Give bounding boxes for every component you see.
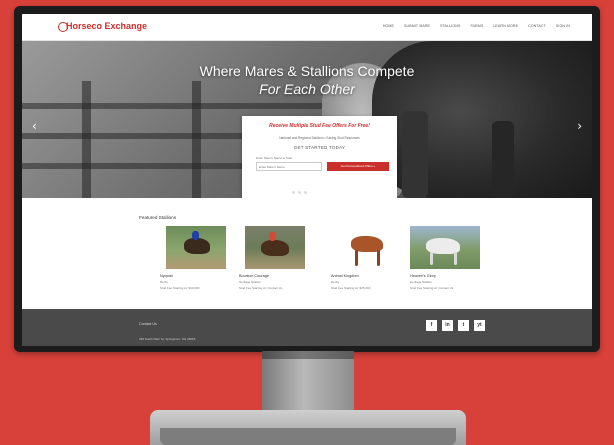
stallion-photo[interactable] bbox=[166, 226, 226, 269]
footer-contact-link[interactable]: Contact Us bbox=[139, 322, 157, 326]
nav-learn-more[interactable]: LEARN MORE bbox=[493, 24, 518, 28]
facebook-icon[interactable]: f bbox=[426, 320, 437, 331]
hero-slider: Where Mares & Stallions Compete For Each… bbox=[22, 41, 592, 198]
footer-address: 250 South Main St, Springboro, OH 45066 bbox=[139, 337, 196, 341]
stallion-breed: Derby bbox=[160, 280, 169, 284]
hero-title: Where Mares & Stallions Compete bbox=[199, 63, 415, 79]
twitter-icon[interactable]: t bbox=[458, 320, 469, 331]
stallion-fee: Stud Fee Starting At: $35,000 bbox=[331, 286, 371, 290]
stallion-name[interactable]: Animal Kingdom bbox=[331, 274, 407, 278]
stallion-photo[interactable] bbox=[337, 226, 397, 269]
stallion-card[interactable]: Animal Kingdom Derby Stud Fee Starting A… bbox=[327, 226, 407, 290]
mare-name-label: Enter Mare's Name to Start bbox=[256, 156, 293, 160]
stallion-photo[interactable] bbox=[245, 226, 305, 269]
nav-sign-in[interactable]: SIGN IN bbox=[556, 24, 570, 28]
mare-name-input[interactable] bbox=[256, 162, 322, 171]
site-logo[interactable]: Horseco Exchange bbox=[66, 21, 147, 31]
fence-post bbox=[192, 81, 201, 198]
social-links: f in t yt bbox=[426, 320, 485, 331]
slider-dot[interactable] bbox=[292, 191, 295, 194]
slider-dots bbox=[292, 191, 307, 194]
nav-home[interactable]: HOME bbox=[383, 24, 394, 28]
stallion-name[interactable]: Heaven's Glory bbox=[410, 274, 486, 278]
stallion-photo[interactable] bbox=[410, 226, 480, 269]
monitor-stand-shadow bbox=[262, 351, 354, 359]
stallion-breed: Derby bbox=[331, 280, 340, 284]
get-offers-button[interactable]: Get Personalized Offers » bbox=[327, 162, 389, 171]
stallion-card[interactable]: Bourbon Courage Heritage Stallion Stud F… bbox=[235, 226, 315, 290]
slider-dot[interactable] bbox=[298, 191, 301, 194]
offer-subtitle: National and Regional Stallions • Saving… bbox=[279, 136, 360, 140]
offer-cta-text: GET STARTED TODAY bbox=[293, 145, 346, 150]
fence-post bbox=[82, 81, 91, 198]
stallion-name[interactable]: Nyquist bbox=[160, 274, 236, 278]
monitor-frame: Horseco Exchange HOME SUBMIT MARE STALLI… bbox=[14, 6, 600, 352]
mare-leg bbox=[402, 111, 428, 198]
hero-subtitle: For Each Other bbox=[259, 81, 355, 97]
mare-leg bbox=[492, 121, 514, 198]
site-header: Horseco Exchange HOME SUBMIT MARE STALLI… bbox=[22, 14, 592, 41]
youtube-icon[interactable]: yt bbox=[474, 320, 485, 331]
linkedin-icon[interactable]: in bbox=[442, 320, 453, 331]
stallion-card[interactable]: Nyquist Derby Stud Fee Starting At: $40,… bbox=[156, 226, 236, 290]
stallion-card[interactable]: Heaven's Glory Heritage Stallion Stud Fe… bbox=[406, 226, 486, 290]
slider-next-icon[interactable]: › bbox=[577, 119, 582, 133]
nav-contact[interactable]: CONTACT bbox=[528, 24, 546, 28]
stallion-breed: Heritage Stallion bbox=[410, 280, 433, 284]
site-footer: Contact Us 250 South Main St, Springboro… bbox=[22, 309, 592, 346]
offer-card: Receive Multiple Stud Fee Offers For Fre… bbox=[242, 116, 397, 198]
stallion-fee: Stud Fee Starting At: Contact Us bbox=[410, 286, 454, 290]
stallion-fee: Stud Fee Starting At: Contact Us bbox=[239, 286, 283, 290]
nav-submit-mare[interactable]: SUBMIT MARE bbox=[404, 24, 430, 28]
monitor-stand-edge bbox=[160, 428, 456, 445]
stallion-breed: Heritage Stallion bbox=[239, 280, 262, 284]
fence-rail bbox=[22, 103, 352, 109]
slider-dot[interactable] bbox=[304, 191, 307, 194]
slider-prev-icon[interactable]: ‹ bbox=[32, 119, 37, 133]
website-screen: Horseco Exchange HOME SUBMIT MARE STALLI… bbox=[22, 14, 592, 346]
monitor-stand-neck bbox=[262, 351, 354, 415]
main-nav: HOME SUBMIT MARE STALLIONS FARMS LEARN M… bbox=[383, 24, 570, 28]
nav-farms[interactable]: FARMS bbox=[470, 24, 483, 28]
nav-stallions[interactable]: STALLIONS bbox=[440, 24, 460, 28]
stallion-name[interactable]: Bourbon Courage bbox=[239, 274, 315, 278]
offer-title: Receive Multiple Stud Fee Offers For Fre… bbox=[269, 123, 370, 129]
stallion-fee: Stud Fee Starting At: $40,000 bbox=[160, 286, 200, 290]
featured-stallions-heading: Featured Stallions bbox=[139, 215, 177, 220]
